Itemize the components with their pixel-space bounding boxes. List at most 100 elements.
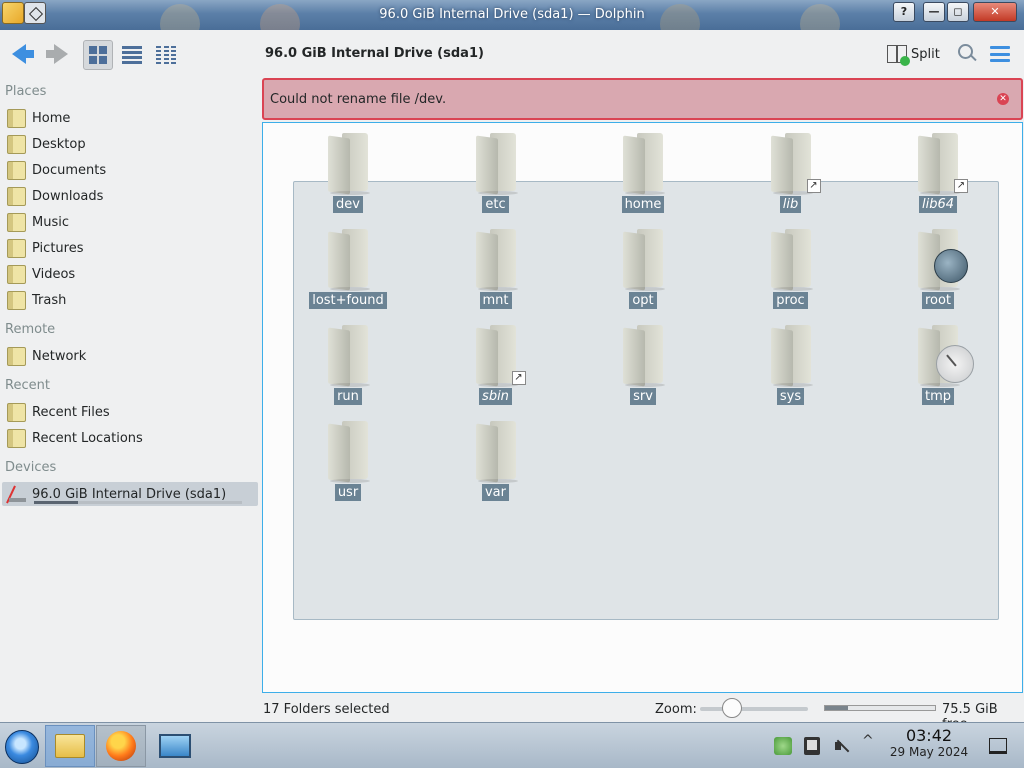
- folder-name: mnt: [479, 292, 512, 309]
- section-devices: Devices: [5, 460, 57, 475]
- file-view[interactable]: dev etc home ↗ lib ↗ lib64 lost+found mnt opt proc…: [262, 122, 1023, 693]
- minimize-button[interactable]: —: [923, 2, 945, 22]
- sidebar-item-trash[interactable]: Trash: [2, 288, 258, 312]
- tray-volume-muted-icon[interactable]: [834, 737, 852, 755]
- sidebar-item-label: Videos: [32, 266, 76, 282]
- window-title: 96.0 GiB Internal Drive (sda1) — Dolphin: [379, 7, 645, 22]
- split-view-icon: [887, 45, 910, 66]
- sidebar-item-label: 96.0 GiB Internal Drive (sda1): [32, 486, 227, 502]
- sidebar-item-recent-files[interactable]: Recent Files: [2, 400, 258, 424]
- search-button[interactable]: [957, 43, 979, 65]
- folder-name: srv: [630, 388, 656, 405]
- maximize-button[interactable]: ◻: [947, 2, 969, 22]
- sidebar-item-recent-locations[interactable]: Recent Locations: [2, 426, 258, 450]
- sidebar-item-music[interactable]: Music: [2, 210, 258, 234]
- folder-item-lost-found[interactable]: lost+found: [298, 223, 398, 315]
- taskbar: ^ 03:42 29 May 2024: [0, 722, 1024, 768]
- folder-item-mnt[interactable]: mnt: [446, 223, 546, 315]
- close-message-button[interactable]: ✕: [997, 93, 1009, 105]
- tray-expand-button[interactable]: ^: [862, 733, 880, 751]
- folder-icon: [326, 421, 370, 485]
- close-button[interactable]: ✕: [973, 2, 1017, 22]
- forward-button[interactable]: [42, 40, 72, 68]
- symlink-badge-icon: ↗: [511, 371, 526, 385]
- menu-button[interactable]: [990, 46, 1010, 62]
- folder-item-opt[interactable]: opt: [593, 223, 693, 315]
- folder-item-dev[interactable]: dev: [298, 127, 398, 219]
- folder-name: lost+found: [309, 292, 387, 309]
- folder-item-proc[interactable]: proc: [741, 223, 841, 315]
- folder-icon: [326, 325, 370, 389]
- folder-item-srv[interactable]: srv: [593, 319, 693, 411]
- forward-arrow-icon: [54, 44, 68, 64]
- sidebar-item-label: Documents: [32, 162, 107, 178]
- folder-item-lib[interactable]: ↗ lib: [741, 127, 841, 219]
- folder-name: opt: [629, 292, 657, 309]
- help-button[interactable]: ?: [893, 2, 915, 22]
- recent-locations-icon: [7, 428, 26, 448]
- folder-icon: [326, 229, 370, 293]
- folder-name: dev: [333, 196, 363, 213]
- start-menu-button[interactable]: [5, 730, 39, 764]
- split-button[interactable]: Split: [887, 43, 940, 66]
- sidebar-item-videos[interactable]: Videos: [2, 262, 258, 286]
- folder-item-var[interactable]: var: [446, 415, 546, 507]
- folder-item-usr[interactable]: usr: [298, 415, 398, 507]
- tray-updates-icon[interactable]: [774, 737, 792, 755]
- sidebar-item-downloads[interactable]: Downloads: [2, 184, 258, 208]
- compact-view-button[interactable]: [117, 40, 147, 70]
- music-folder-icon: [7, 212, 26, 232]
- folder-name: etc: [482, 196, 509, 213]
- folder-icon: [474, 421, 518, 485]
- clock-time: 03:42: [905, 726, 953, 745]
- sidebar-item-internal-drive[interactable]: 96.0 GiB Internal Drive (sda1): [2, 482, 258, 506]
- sidebar-item-desktop[interactable]: Desktop: [2, 132, 258, 156]
- folder-item-sbin[interactable]: ↗ sbin: [446, 319, 546, 411]
- folder-item-root[interactable]: root: [888, 223, 988, 315]
- folder-name: sys: [776, 388, 805, 405]
- zoom-slider[interactable]: [700, 707, 808, 711]
- sidebar-item-pictures[interactable]: Pictures: [2, 236, 258, 260]
- places-panel: Places Home Desktop Documents Downloads Musi…: [0, 78, 262, 698]
- folder-name: lib64: [918, 196, 958, 213]
- folder-item-lib64[interactable]: ↗ lib64: [888, 127, 988, 219]
- folder-item-sys[interactable]: sys: [741, 319, 841, 411]
- trash-icon: [7, 290, 26, 310]
- folder-name: root: [921, 292, 955, 309]
- task-firefox[interactable]: [96, 725, 146, 767]
- sidebar-item-label: Desktop: [32, 136, 86, 152]
- icons-view-icon: [89, 46, 107, 64]
- error-message-bar: Could not rename file /dev. ✕: [262, 78, 1023, 120]
- back-arrow-icon: [12, 44, 26, 64]
- task-file-manager[interactable]: [45, 725, 95, 767]
- folder-icon: [474, 133, 518, 197]
- zoom-slider-handle[interactable]: [722, 698, 743, 718]
- sidebar-item-documents[interactable]: Documents: [2, 158, 258, 182]
- folder-name: home: [621, 196, 665, 213]
- folder-item-home[interactable]: home: [593, 127, 693, 219]
- tray-clipboard-icon[interactable]: [804, 737, 820, 755]
- back-button[interactable]: [8, 40, 38, 68]
- details-view-button[interactable]: [151, 40, 181, 70]
- sidebar-item-home[interactable]: Home: [2, 106, 258, 130]
- folder-item-run[interactable]: run: [298, 319, 398, 411]
- icons-view-button[interactable]: [83, 40, 113, 70]
- folder-icon: [326, 133, 370, 197]
- section-remote: Remote: [5, 322, 56, 337]
- documents-folder-icon: [7, 160, 26, 180]
- folder-item-tmp[interactable]: tmp: [888, 319, 988, 411]
- zoom-label: Zoom:: [655, 702, 697, 717]
- sidebar-item-network[interactable]: Network: [2, 344, 258, 368]
- home-folder-icon: [7, 108, 26, 128]
- location-title: 96.0 GiB Internal Drive (sda1): [265, 46, 484, 61]
- folder-item-etc[interactable]: etc: [446, 127, 546, 219]
- show-desktop-button[interactable]: [989, 738, 1007, 754]
- task-system-settings[interactable]: [150, 725, 200, 767]
- folder-icon: [621, 133, 665, 197]
- folder-name: lib: [779, 196, 802, 213]
- sidebar-item-label: Home: [32, 110, 71, 126]
- window-titlebar[interactable]: 96.0 GiB Internal Drive (sda1) — Dolphin…: [0, 0, 1024, 30]
- folder-name: sbin: [479, 388, 512, 405]
- clock[interactable]: 03:42 29 May 2024: [886, 726, 972, 759]
- selection-status: 17 Folders selected: [263, 702, 390, 717]
